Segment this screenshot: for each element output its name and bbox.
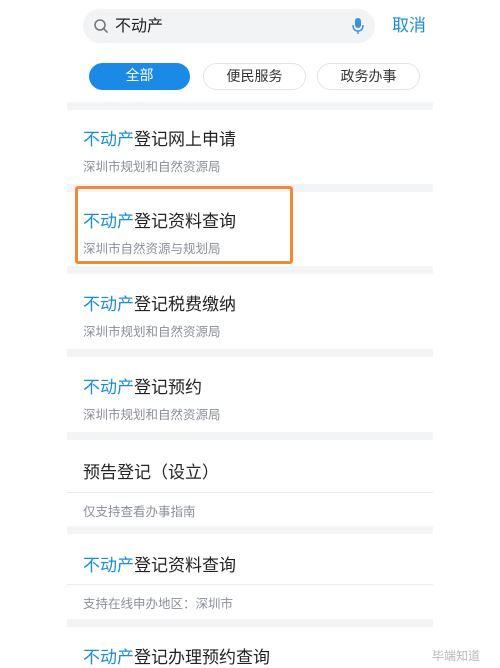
row-separator [67, 492, 433, 493]
result-title[interactable]: 不动产登记办理预约查询 [83, 643, 270, 668]
tab-government-affairs[interactable]: 政务办事 [317, 63, 420, 90]
result-title[interactable]: 不动产登记资料查询 [83, 551, 236, 576]
keyword-highlight: 不动产 [83, 378, 134, 398]
keyword-highlight: 不动产 [83, 648, 134, 668]
row-separator [67, 584, 433, 585]
result-subtitle: 深圳市规划和自然资源局 [83, 159, 221, 174]
result-subtitle: 深圳市规划和自然资源局 [83, 407, 221, 422]
cancel-button[interactable]: 取消 [392, 12, 426, 40]
section-divider [67, 619, 433, 627]
annotation-highlight-box [75, 186, 293, 264]
result-title-rest: 登记税费缴纳 [134, 295, 236, 315]
result-title-rest: 登记预约 [134, 378, 202, 398]
section-divider [67, 102, 433, 110]
section-divider [67, 526, 433, 534]
result-subtitle: 深圳市规划和自然资源局 [83, 324, 221, 339]
result-title[interactable]: 预告登记（设立） [83, 458, 219, 483]
section-divider [67, 349, 433, 357]
microphone-icon[interactable] [351, 17, 365, 35]
search-input[interactable]: 不动产 [115, 9, 163, 43]
result-title-rest: 预告登记（设立） [83, 463, 219, 483]
result-title-rest: 登记资料查询 [134, 556, 236, 576]
tab-all[interactable]: 全部 [89, 63, 190, 90]
result-subtitle: 仅支持查看办事指南 [83, 504, 196, 519]
result-title[interactable]: 不动产登记税费缴纳 [83, 290, 236, 315]
result-title-rest: 登记办理预约查询 [134, 648, 270, 668]
result-title[interactable]: 不动产登记预约 [83, 373, 202, 398]
search-bar[interactable]: 不动产 [83, 9, 375, 43]
section-divider [67, 432, 433, 440]
watermark: 毕端知道 [431, 649, 480, 663]
result-title-rest: 登记网上申请 [134, 130, 236, 150]
tab-convenience-services[interactable]: 便民服务 [203, 63, 306, 90]
result-title[interactable]: 不动产登记网上申请 [83, 125, 236, 150]
keyword-highlight: 不动产 [83, 556, 134, 576]
keyword-highlight: 不动产 [83, 130, 134, 150]
section-divider [67, 266, 433, 274]
result-subtitle: 支持在线申办地区：深圳市 [83, 596, 234, 611]
search-icon [94, 19, 108, 33]
keyword-highlight: 不动产 [83, 295, 134, 315]
